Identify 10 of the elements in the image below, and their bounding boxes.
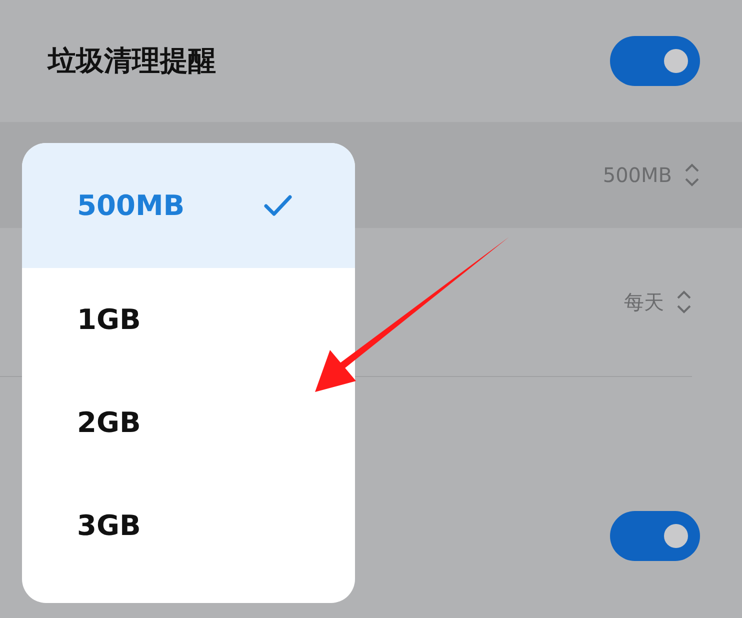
toggle-switch[interactable] <box>610 511 700 561</box>
updown-icon <box>676 289 692 315</box>
dropdown-option[interactable]: 1GB <box>22 268 355 371</box>
dropdown-option[interactable]: 2GB <box>22 371 355 474</box>
toggle-switch[interactable] <box>610 36 700 86</box>
setting-label: 垃圾清理提醒 <box>48 43 216 79</box>
dropdown-option[interactable]: 500MB <box>22 143 355 268</box>
dropdown-option[interactable]: 3GB <box>22 474 355 577</box>
updown-icon <box>684 162 700 188</box>
check-icon <box>263 194 293 218</box>
